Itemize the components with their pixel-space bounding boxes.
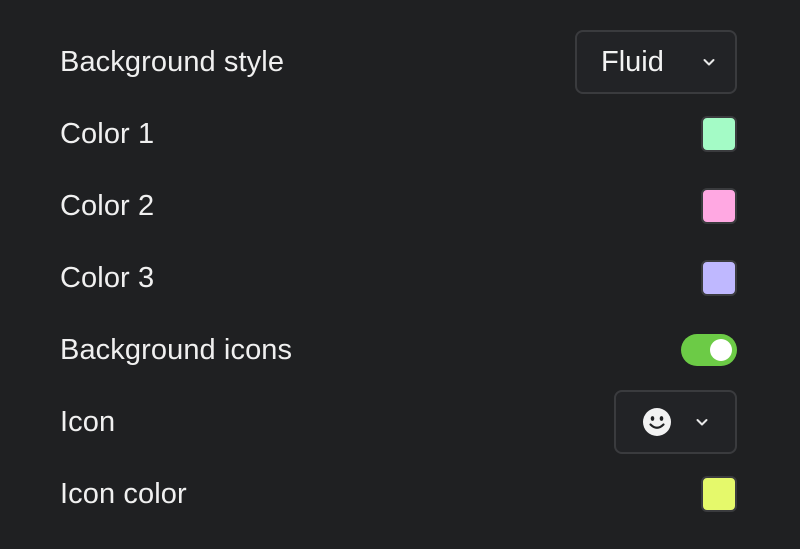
icon-row: Icon [60,386,737,458]
chevron-down-icon [699,52,719,72]
icon-color-row: Icon color [60,458,737,530]
chevron-down-icon [692,412,712,432]
color-1-row: Color 1 [60,98,737,170]
color-3-label: Color 3 [60,261,155,294]
smiley-face-icon [642,407,672,437]
background-icons-label: Background icons [60,333,293,366]
color-1-swatch[interactable] [701,116,737,152]
color-3-row: Color 3 [60,242,737,314]
icon-select[interactable] [614,390,737,454]
icon-color-swatch[interactable] [701,476,737,512]
icon-label: Icon [60,405,116,438]
background-style-value: Fluid [601,45,664,78]
color-1-label: Color 1 [60,117,155,150]
icon-color-label: Icon color [60,477,187,510]
background-icons-row: Background icons [60,314,737,386]
color-2-row: Color 2 [60,170,737,242]
background-icons-toggle[interactable] [681,334,737,366]
color-2-swatch[interactable] [701,188,737,224]
background-style-select[interactable]: Fluid [575,30,737,94]
color-3-swatch[interactable] [701,260,737,296]
color-2-label: Color 2 [60,189,155,222]
background-style-label: Background style [60,45,285,78]
toggle-knob [710,339,732,361]
background-settings-panel: Background style Fluid Color 1 Color 2 C… [60,26,737,530]
background-style-row: Background style Fluid [60,26,737,98]
